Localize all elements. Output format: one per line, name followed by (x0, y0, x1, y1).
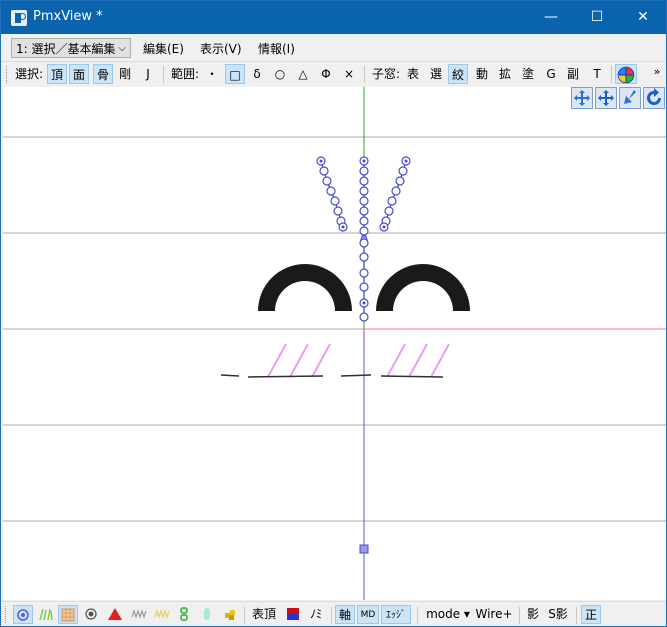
normal-view-button[interactable] (36, 605, 56, 624)
child-sub-button[interactable]: 副 (563, 64, 583, 84)
blush-strokes (267, 343, 450, 378)
nomi-button[interactable]: ﾉﾐ (306, 605, 326, 624)
child-t-button[interactable]: T (587, 64, 607, 84)
select-label: 選択: (14, 67, 44, 81)
child-select-button[interactable]: 選 (426, 64, 446, 84)
color-wheel-button[interactable] (615, 64, 637, 84)
texture-view-button[interactable] (58, 605, 78, 624)
child-filter-button[interactable]: 絞 (448, 64, 468, 84)
menu-info[interactable]: 情報(I) (258, 40, 295, 57)
move-xz-button[interactable] (595, 87, 617, 109)
toolbar: 選択: 頂 面 骨 剛 J 範囲: ・ □ δ ○ △ Φ × 子窓: 表 選 … (1, 61, 666, 87)
hair-alt-view-button[interactable] (152, 605, 172, 624)
child-group-button[interactable]: G (541, 64, 561, 84)
toolbar-overflow-button[interactable]: » (651, 62, 663, 82)
select-vertex-button[interactable]: 頂 (47, 64, 67, 84)
color-wheel-icon (617, 66, 635, 84)
toolbar-grip (6, 66, 10, 83)
child-table-button[interactable]: 表 (403, 64, 423, 84)
cubes-icon (225, 610, 235, 620)
range-delta-button[interactable]: δ (247, 64, 267, 84)
child-window-label: 子窓: (371, 67, 401, 81)
child-scale-button[interactable]: 拡 (495, 64, 515, 84)
point-icon (85, 608, 97, 620)
mode-select-value: 1: 選択／基本編集 (16, 42, 116, 56)
self-shadow-button[interactable]: S影 (545, 605, 571, 624)
axis-button[interactable]: 軸 (335, 605, 355, 624)
chevron-down-icon: ⌵ (118, 43, 126, 54)
toolbar-separator (576, 607, 577, 624)
minimize-button[interactable]: — (528, 1, 574, 34)
window-title: PmxView * (33, 9, 103, 24)
point-view-button[interactable] (81, 605, 101, 624)
toolbar-grip (5, 606, 9, 623)
vertex-target-icon (17, 609, 29, 621)
toolbar-separator (417, 607, 418, 624)
range-label: 範囲: (170, 67, 200, 81)
color-swatch-icon (287, 608, 299, 620)
capsule-icon (204, 608, 210, 620)
toolbar-separator (364, 66, 365, 83)
close-button[interactable]: ✕ (620, 1, 666, 34)
link-icon (180, 607, 188, 621)
vertex-view-button[interactable] (13, 605, 33, 624)
hair-view-button[interactable] (129, 605, 149, 624)
child-move-button[interactable]: 動 (472, 64, 492, 84)
toolbar-separator (519, 607, 520, 624)
range-triangle-button[interactable]: △ (293, 64, 313, 84)
3d-viewport[interactable] (3, 87, 666, 600)
edge-button[interactable]: ｴｯｼﾞ (381, 605, 411, 624)
squiggle-icon (154, 609, 170, 619)
rotate-button[interactable] (643, 87, 665, 109)
warning-view-button[interactable] (104, 605, 126, 624)
maximize-button[interactable]: ☐ (574, 1, 620, 34)
range-clear-button[interactable]: × (339, 64, 359, 84)
title-bar: PmxView * — ☐ ✕ (1, 1, 666, 34)
red-triangle-icon (108, 608, 122, 620)
move-xy-button[interactable] (571, 87, 593, 109)
select-bone-button[interactable]: 骨 (93, 64, 113, 84)
select-rigid-button[interactable]: 剛 (115, 64, 135, 84)
squiggle-icon (131, 609, 147, 619)
toolbar-separator (331, 607, 332, 624)
status-toolbar: 表頂 ﾉﾐ 軸 MD ｴｯｼﾞ mode ▾ Wire+ 影 S影 正 (1, 601, 666, 626)
toolbar-separator (611, 66, 612, 83)
menu-bar: 1: 選択／基本編集 ⌵ 編集(E) 表示(V) 情報(I) (1, 34, 666, 61)
range-rect-button[interactable]: □ (225, 64, 245, 84)
child-paint-button[interactable]: 塗 (518, 64, 538, 84)
range-point-button[interactable]: ・ (202, 64, 222, 84)
move-arrows-icon (574, 90, 590, 106)
select-face-button[interactable]: 面 (69, 64, 89, 84)
mode-dropdown[interactable]: mode ▾ (423, 605, 473, 624)
select-joint-button[interactable]: J (138, 64, 158, 84)
pmxview-window: PmxView * — ☐ ✕ 1: 選択／基本編集 ⌵ 編集(E) 表示(V)… (0, 0, 667, 627)
link-view-button[interactable] (174, 605, 194, 624)
body-view-button[interactable] (220, 605, 240, 624)
morph-view-button[interactable] (197, 605, 217, 624)
toolbar-separator (244, 607, 245, 624)
md-button[interactable]: MD (357, 605, 379, 624)
wire-button[interactable]: Wire+ (475, 605, 513, 624)
range-phi-button[interactable]: Φ (316, 64, 336, 84)
ortho-button[interactable]: 正 (581, 605, 601, 624)
zoom-arrow-icon (624, 90, 636, 104)
vertex-table-button[interactable]: 表頂 (250, 605, 278, 624)
menu-view[interactable]: 表示(V) (200, 40, 242, 57)
menu-edit[interactable]: 編集(E) (143, 40, 184, 57)
app-icon (11, 10, 27, 26)
rotate-icon (647, 88, 661, 105)
texture-icon (61, 608, 75, 622)
mode-select[interactable]: 1: 選択／基本編集 ⌵ (11, 38, 131, 58)
zoom-button[interactable] (619, 87, 641, 109)
material-color-button[interactable] (284, 605, 302, 624)
grass-icon (39, 608, 53, 621)
viewport-canvas (3, 87, 666, 600)
move-arrows-icon (598, 90, 614, 106)
range-circle-button[interactable]: ○ (270, 64, 290, 84)
origin-marker (359, 544, 369, 554)
toolbar-separator (163, 66, 164, 83)
shadow-button[interactable]: 影 (524, 605, 542, 624)
